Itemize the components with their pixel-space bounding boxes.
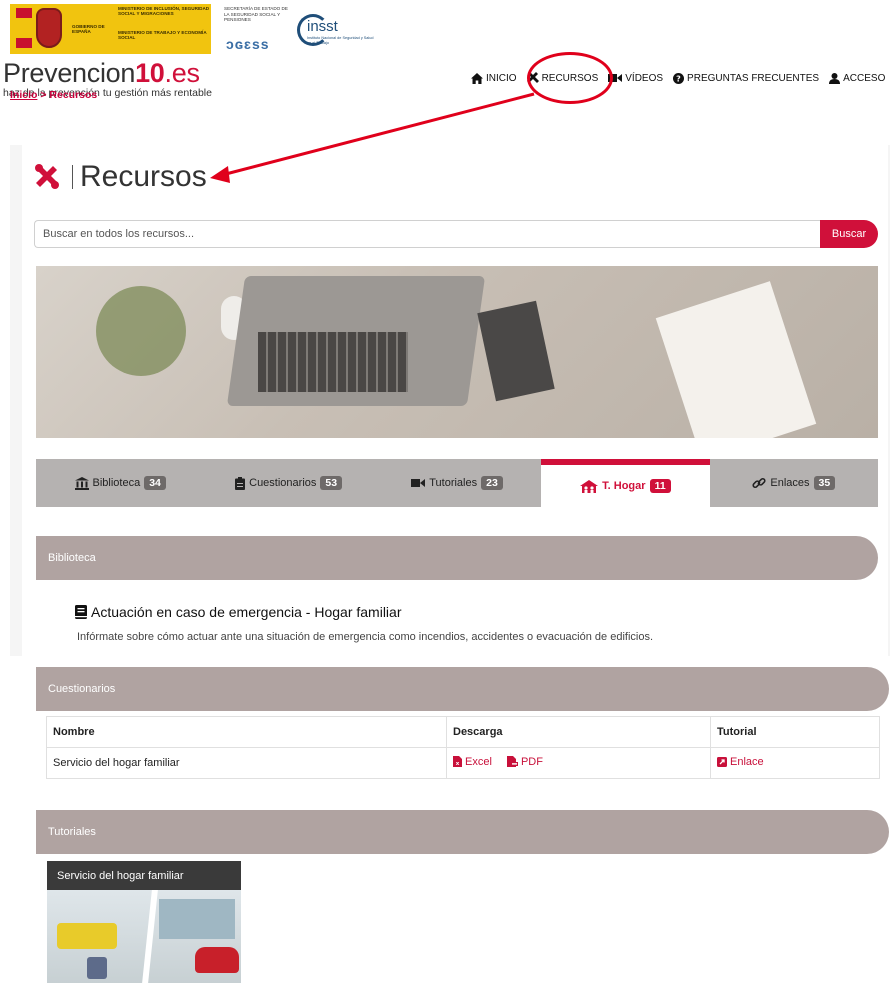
- breadcrumb-current: Recursos: [49, 89, 98, 101]
- tab-cuestionarios[interactable]: Cuestionarios 53: [204, 459, 372, 507]
- pdf-label: PDF: [520, 755, 543, 768]
- breadcrumb-home-link[interactable]: Inicio: [10, 89, 37, 101]
- section-header-biblioteca: Biblioteca: [36, 536, 878, 580]
- nav-item-faq[interactable]: ? PREGUNTAS FRECUENTES: [673, 72, 820, 84]
- tab-label-biblioteca: Biblioteca: [92, 477, 141, 489]
- tab-label-enlaces: Enlaces: [770, 477, 810, 489]
- thumbnail-chair: [87, 957, 107, 979]
- excel-download-link[interactable]: x Excel: [453, 756, 492, 768]
- coat-of-arms-icon: [36, 8, 62, 48]
- document-link[interactable]: Actuación en caso de emergencia - Hogar …: [75, 604, 402, 620]
- pdf-file-icon: [506, 756, 518, 768]
- video-camera-icon: [411, 479, 426, 487]
- brand-number: 10: [135, 58, 165, 88]
- resource-search: Buscar: [34, 220, 878, 248]
- ministerio-inclusion-label: MINISTERIO DE INCLUSIÓN, SEGURIDAD SOCIA…: [118, 6, 210, 17]
- insst-subtitle: Instituto Nacional de Seguridad y Salud …: [307, 36, 374, 45]
- thumbnail-car: [195, 947, 239, 973]
- tab-count-tutoriales: 23: [481, 476, 503, 490]
- gobierno-label: GOBIERNO DE ESPAÑA: [72, 24, 105, 35]
- column-header-nombre: Nombre: [46, 716, 447, 748]
- section-header-cuestionarios: Cuestionarios: [36, 667, 889, 711]
- search-button[interactable]: Buscar: [820, 220, 878, 248]
- nav-item-acceso[interactable]: ACCESO: [829, 72, 886, 84]
- resource-tabs: Biblioteca 34 Cuestionarios 53 Tutoriale…: [36, 459, 878, 507]
- clipboard-icon: [235, 476, 246, 490]
- tab-count-cuestionarios: 53: [320, 476, 343, 490]
- tutorial-link[interactable]: Enlace: [717, 756, 764, 768]
- book-icon: [75, 605, 87, 619]
- tab-biblioteca[interactable]: Biblioteca 34: [36, 459, 204, 507]
- document-title: Actuación en caso de emergencia - Hogar …: [91, 604, 402, 620]
- video-card[interactable]: Servicio del hogar familiar: [47, 861, 241, 983]
- government-banner: GOBIERNO DE ESPAÑA MINISTERIO DE INCLUSI…: [0, 0, 893, 58]
- user-icon: [829, 72, 841, 84]
- hero-paper: [655, 281, 817, 438]
- ministerio-trabajo-label: MINISTERIO DE TRABAJO Y ECONOMÍA SOCIAL: [118, 30, 207, 41]
- tab-count-t-hogar: 11: [649, 479, 671, 493]
- section-header-tutoriales: Tutoriales: [36, 810, 889, 854]
- tab-label-t-hogar: T. Hogar: [602, 480, 646, 492]
- pdf-download-link[interactable]: PDF: [506, 755, 543, 768]
- brand-name: Prevencion: [3, 58, 136, 88]
- search-input[interactable]: [34, 220, 820, 248]
- video-card-title: Servicio del hogar familiar: [47, 861, 241, 890]
- tab-count-biblioteca: 34: [144, 476, 166, 490]
- nav-label-acceso: ACCESO: [843, 72, 886, 84]
- svg-text:?: ?: [676, 74, 681, 83]
- excel-label: Excel: [465, 755, 492, 768]
- seguridad-social-logo: ɔɢɛss: [226, 36, 270, 52]
- document-description: Infórmate sobre cómo actuar ante una sit…: [77, 631, 654, 643]
- site-logo-text: Prevencion10.es: [3, 58, 212, 88]
- excel-file-icon: x: [453, 756, 462, 768]
- hero-notebook: [477, 300, 555, 402]
- column-header-tutorial: Tutorial: [710, 716, 880, 748]
- hero-keyboard: [258, 332, 408, 392]
- house-users-icon: [580, 479, 599, 493]
- column-header-descarga: Descarga: [446, 716, 711, 748]
- tab-tutoriales[interactable]: Tutoriales 23: [373, 459, 541, 507]
- tab-label-cuestionarios: Cuestionarios: [249, 477, 317, 489]
- table-header-row: Nombre Descarga Tutorial: [46, 716, 880, 748]
- nav-item-videos[interactable]: VÍDEOS: [608, 73, 663, 84]
- quiz-tutorial: Enlace: [710, 747, 880, 779]
- thumbnail-window: [159, 899, 235, 939]
- tutorial-label: Enlace: [730, 756, 764, 768]
- title-separator: [72, 165, 73, 189]
- link-icon: [752, 477, 766, 489]
- tab-count-enlaces: 35: [813, 476, 836, 490]
- question-circle-icon: ?: [673, 72, 685, 84]
- secretaria-label: SECRETARÍA DE ESTADO DE LA SEGURIDAD SOC…: [224, 6, 288, 23]
- nav-label-videos: VÍDEOS: [625, 72, 664, 84]
- tab-label-tutoriales: Tutoriales: [429, 477, 478, 489]
- breadcrumb: Inicio > Recursos: [10, 89, 97, 101]
- tools-icon: [35, 164, 59, 189]
- annotation-arrow: [210, 92, 535, 183]
- brand-tld: .es: [164, 58, 200, 88]
- spain-flag-icon: [16, 8, 32, 48]
- insst-logo-text: insst: [307, 18, 338, 35]
- tab-enlaces[interactable]: Enlaces 35: [710, 459, 878, 507]
- breadcrumb-separator: >: [37, 89, 50, 101]
- page-title-text: Recursos: [80, 160, 207, 193]
- quiz-downloads: x Excel PDF: [446, 747, 711, 779]
- external-link-icon: [717, 757, 727, 767]
- quiz-name: Servicio del hogar familiar: [46, 747, 447, 779]
- table-row: Servicio del hogar familiar x Excel PDF …: [46, 747, 880, 779]
- hero-image: [36, 266, 878, 438]
- nav-label-faq: PREGUNTAS FRECUENTES: [687, 72, 820, 84]
- bank-icon: [74, 476, 89, 490]
- hero-plant: [96, 286, 186, 376]
- thumbnail-sofa: [57, 923, 117, 949]
- svg-text:x: x: [456, 761, 460, 767]
- tab-t-hogar[interactable]: T. Hogar 11: [541, 459, 710, 507]
- cuestionarios-table: Nombre Descarga Tutorial Servicio del ho…: [46, 716, 880, 779]
- page-title: Recursos: [34, 160, 207, 194]
